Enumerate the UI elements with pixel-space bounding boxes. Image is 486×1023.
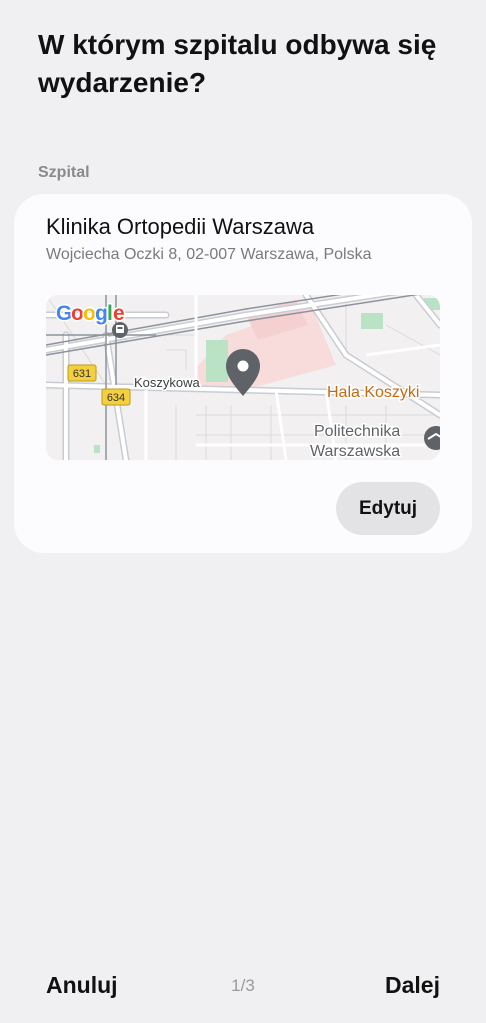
hospital-address: Wojciecha Oczki 8, 02-007 Warszawa, Pols… xyxy=(46,246,372,263)
road-badge-631: 631 xyxy=(67,364,97,382)
svg-text:631: 631 xyxy=(73,368,91,380)
street-label: Koszykowa xyxy=(134,375,201,390)
hospital-section-label: Szpital xyxy=(38,164,90,181)
svg-text:e: e xyxy=(113,302,125,325)
svg-text:o: o xyxy=(71,302,84,325)
svg-text:634: 634 xyxy=(107,392,125,404)
road-badge-634: 634 xyxy=(101,388,131,406)
hospital-name: Klinika Ortopedii Warszawa xyxy=(46,214,315,239)
poi-politechnika-line2: Warszawska xyxy=(310,443,400,460)
page-title: W którym szpitalu odbywa się wydarzenie? xyxy=(38,29,437,98)
google-logo: G o o g l e xyxy=(55,301,127,327)
poi-politechnika-line1: Politechnika xyxy=(314,423,400,440)
svg-text:o: o xyxy=(83,302,96,325)
edit-button[interactable]: Edytuj xyxy=(336,482,440,535)
hospital-card: Klinika Ortopedii Warszawa Wojciecha Ocz… xyxy=(14,194,472,553)
svg-text:g: g xyxy=(95,302,108,325)
next-button[interactable]: Dalej xyxy=(385,972,440,999)
svg-text:G: G xyxy=(56,302,72,325)
poi-hala-koszyki: Hala Koszyki xyxy=(327,384,419,401)
svg-text:l: l xyxy=(107,302,113,325)
park-area xyxy=(206,340,228,382)
map-preview[interactable]: G o o g l e 631 634 Koszykowa Hala Koszy… xyxy=(46,295,440,460)
metro-station-icon xyxy=(112,322,128,338)
